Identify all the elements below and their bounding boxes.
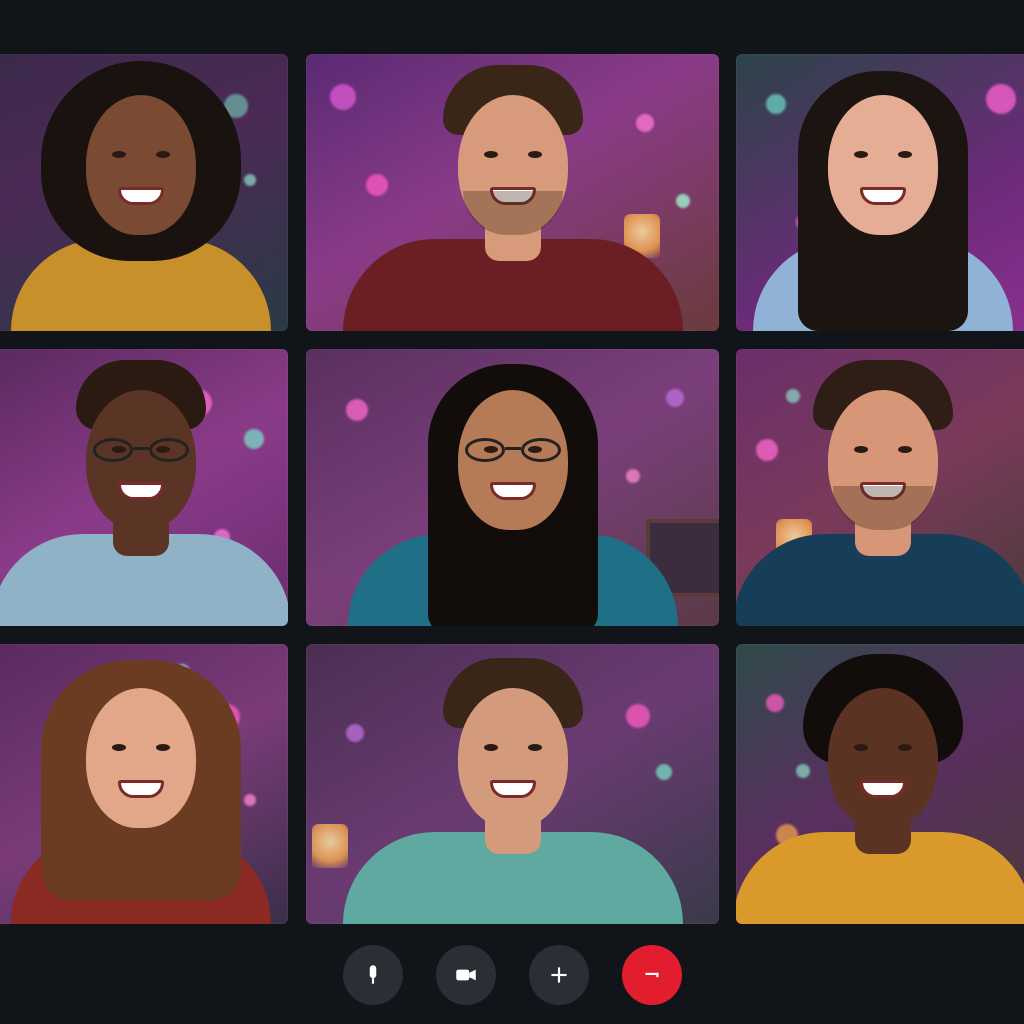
camera-button[interactable] [435,945,496,1005]
participant-5-avatar [347,356,678,626]
participant-tile-4[interactable] [0,349,288,626]
participant-tile-8[interactable] [306,644,719,924]
participant-tile-9[interactable] [736,644,1024,924]
participant-1-avatar [11,61,271,331]
end-call-button[interactable] [621,945,682,1005]
participant-9-avatar [736,654,1024,924]
participant-tile-5[interactable] [306,349,719,626]
plus-icon [550,967,567,983]
participant-tile-2[interactable] [306,54,719,331]
participant-8-avatar [342,654,683,924]
video-camera-icon [455,969,476,981]
microphone-icon [369,965,376,984]
glasses-icon [89,438,193,464]
video-call-app [0,0,1024,1024]
participant-7-avatar [11,654,271,924]
participant-4-avatar [0,356,288,626]
participant-tile-6[interactable] [736,349,1024,626]
glasses-icon [461,438,565,464]
call-controls-bar [0,940,1024,1010]
participant-grid [0,0,1024,940]
participant-tile-3[interactable] [736,54,1024,331]
end-call-icon [645,972,658,978]
microphone-button[interactable] [342,945,403,1005]
participant-tile-1[interactable] [0,54,288,331]
participant-2-avatar [342,61,683,331]
participant-tile-7[interactable] [0,644,288,924]
add-participant-button[interactable] [528,945,589,1005]
participant-6-avatar [736,356,1024,626]
participant-3-avatar [753,61,1013,331]
